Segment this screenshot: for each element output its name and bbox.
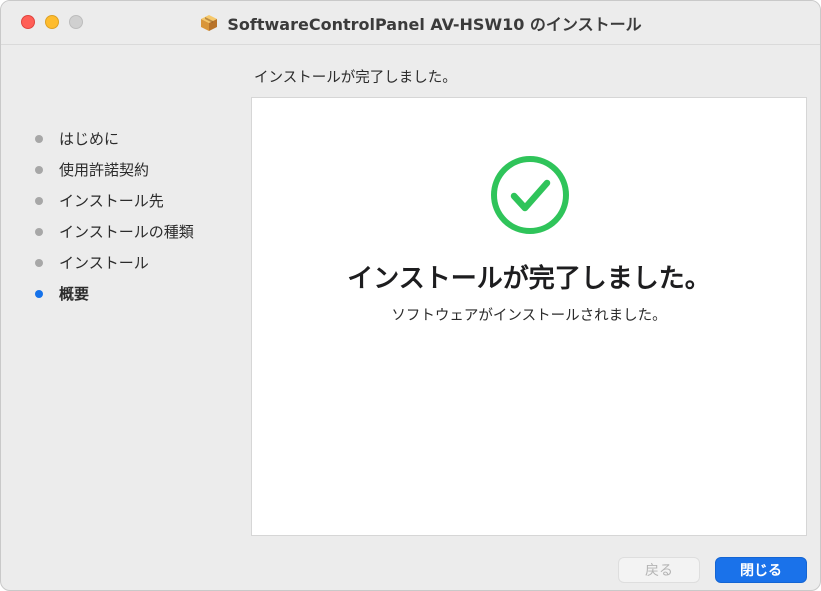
package-icon xyxy=(201,15,218,31)
content-panel: インストールが完了しました。 ソフトウェアがインストールされました。 xyxy=(251,97,807,536)
step-destination: インストール先 xyxy=(35,190,164,211)
step-dot xyxy=(35,165,43,174)
step-dot xyxy=(35,134,43,143)
step-summary: 概要 xyxy=(35,283,89,304)
title-bar[interactable]: SoftwareControlPanel AV-HSW10 のインストール xyxy=(1,1,820,45)
step-install-type: インストールの種類 xyxy=(35,221,194,242)
completion-subtitle: ソフトウェアがインストールされました。 xyxy=(391,308,667,324)
title-wrap: SoftwareControlPanel AV-HSW10 のインストール xyxy=(1,1,820,45)
step-label: 概要 xyxy=(59,285,90,303)
step-license: 使用許諾契約 xyxy=(35,159,149,180)
sidebar-steps: はじめに 使用許諾契約 インストール先 インストールの種類 インストール 概要 xyxy=(1,45,236,590)
completion-title: インストールが完了しました。 xyxy=(347,264,711,294)
step-label: インストール先 xyxy=(59,192,164,210)
step-installation: インストール xyxy=(35,252,149,273)
back-button[interactable]: 戻る xyxy=(618,557,700,583)
close-button[interactable]: 閉じる xyxy=(715,557,807,583)
step-dot xyxy=(35,196,43,205)
step-label: インストール xyxy=(59,254,149,272)
step-label: インストールの種類 xyxy=(59,223,194,241)
step-dot xyxy=(35,227,43,236)
step-label: はじめに xyxy=(59,130,120,148)
page-heading: インストールが完了しました。 xyxy=(254,70,457,86)
installer-window: SoftwareControlPanel AV-HSW10 のインストール はじ… xyxy=(0,0,821,591)
checkmark-circle-icon xyxy=(491,156,569,234)
step-dot xyxy=(35,258,43,267)
step-introduction: はじめに xyxy=(35,128,119,149)
step-dot-current xyxy=(35,289,43,298)
window-title: SoftwareControlPanel AV-HSW10 のインストール xyxy=(227,15,642,34)
step-label: 使用許諾契約 xyxy=(59,161,150,179)
